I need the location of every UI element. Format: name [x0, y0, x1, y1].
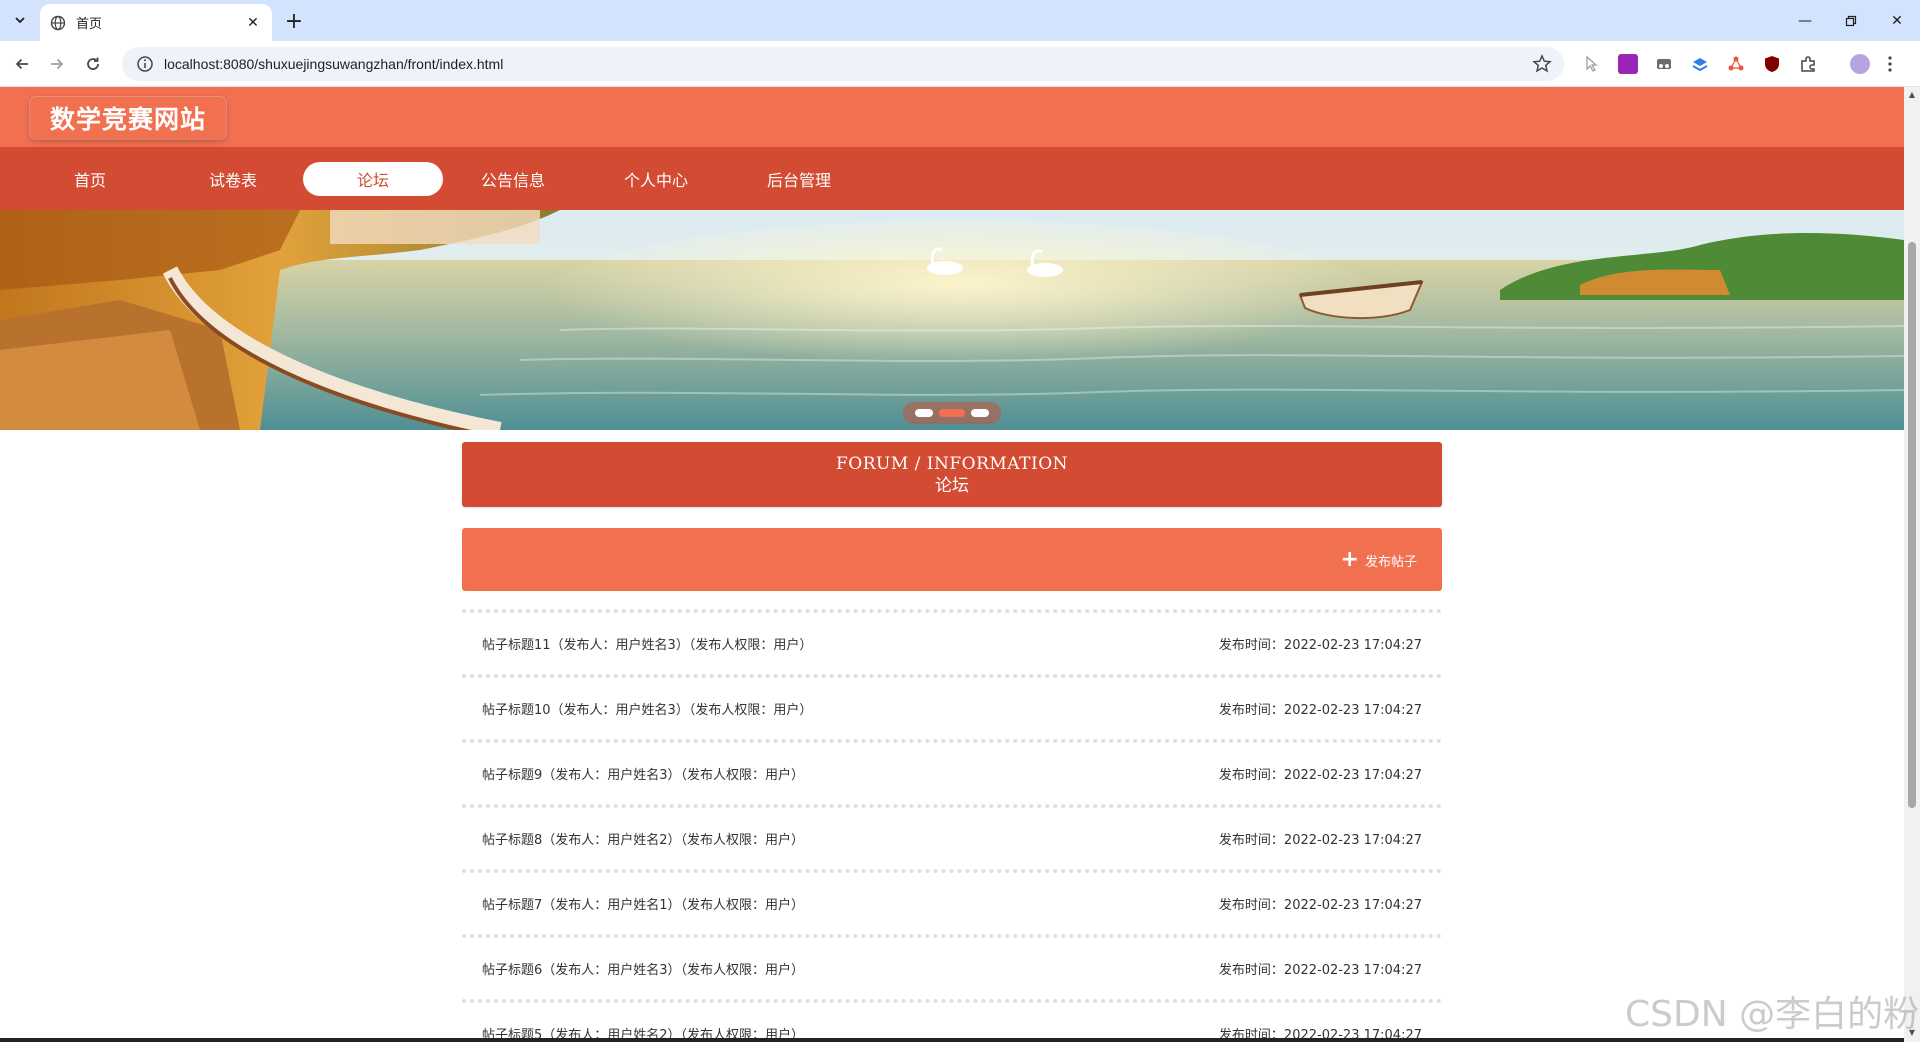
publish-post-label: 发布帖子: [1364, 554, 1417, 570]
more-menu-icon[interactable]: [1886, 54, 1894, 74]
nav-item-home[interactable]: 首页: [20, 162, 160, 196]
section-title-zh: 论坛: [935, 476, 969, 496]
carousel-dot[interactable]: [915, 409, 933, 417]
list-item[interactable]: 帖子标题8（发布人：用户姓名2）（发布人权限：用户） 发布时间：2022-02-2…: [462, 804, 1442, 869]
banner-carousel[interactable]: [0, 210, 1904, 430]
browser-tab-strip: 首页 ✕ + — ✕: [0, 0, 1920, 41]
nav-item-label: 公告信息: [480, 171, 545, 190]
list-item[interactable]: 帖子标题7（发布人：用户姓名1）（发布人权限：用户） 发布时间：2022-02-2…: [462, 869, 1442, 934]
forum-action-bar: + 发布帖子: [462, 528, 1442, 591]
nav-item-exam-papers[interactable]: 试卷表: [163, 162, 303, 196]
site-header: 数学竞赛网站: [0, 87, 1904, 147]
cursor-extension-icon[interactable]: [1582, 54, 1602, 74]
globe-icon: [50, 15, 66, 30]
address-bar[interactable]: localhost:8080/shuxuejingsuwangzhan/fron…: [122, 47, 1564, 81]
nav-item-label: 试卷表: [208, 171, 257, 190]
list-item[interactable]: 帖子标题9（发布人：用户姓名3）（发布人权限：用户） 发布时间：2022-02-2…: [462, 739, 1442, 804]
browser-toolbar: localhost:8080/shuxuejingsuwangzhan/fron…: [0, 41, 1920, 87]
back-arrow-icon[interactable]: [8, 50, 36, 78]
nav-item-label: 后台管理: [766, 171, 831, 190]
layers-extension-icon[interactable]: [1690, 54, 1710, 74]
forum-post-list: 帖子标题11（发布人：用户姓名3）（发布人权限：用户） 发布时间：2022-02-…: [462, 609, 1442, 1042]
window-bottom-border: [0, 1038, 1904, 1042]
post-time: 发布时间：2022-02-23 17:04:27: [1218, 898, 1422, 913]
post-time: 发布时间：2022-02-23 17:04:27: [1218, 703, 1422, 718]
jetbrains-extension-icon[interactable]: [1618, 54, 1638, 74]
post-title[interactable]: 帖子标题9（发布人：用户姓名3）（发布人权限：用户）: [482, 764, 804, 783]
post-title[interactable]: 帖子标题7（发布人：用户姓名1）（发布人权限：用户）: [482, 894, 804, 913]
scroll-up-icon[interactable]: ▲: [1908, 91, 1916, 99]
post-time: 发布时间：2022-02-23 17:04:27: [1218, 768, 1422, 783]
post-title[interactable]: 帖子标题11（发布人：用户姓名3）（发布人权限：用户）: [482, 634, 812, 653]
nav-item-forum[interactable]: 论坛: [303, 162, 443, 196]
extensions-puzzle-icon[interactable]: [1798, 54, 1818, 74]
minimize-icon[interactable]: —: [1782, 0, 1828, 41]
list-item[interactable]: 帖子标题11（发布人：用户姓名3）（发布人权限：用户） 发布时间：2022-02-…: [462, 609, 1442, 674]
tab-search-button[interactable]: [6, 7, 34, 33]
bookmark-star-icon[interactable]: [1532, 54, 1552, 74]
site-info-icon[interactable]: [136, 55, 154, 73]
nav-item-label: 首页: [73, 171, 106, 190]
browser-tab-active[interactable]: 首页 ✕: [40, 4, 272, 41]
post-time: 发布时间：2022-02-23 17:04:27: [1218, 963, 1422, 978]
scrollbar-thumb[interactable]: [1908, 242, 1916, 808]
list-item[interactable]: 帖子标题5（发布人：用户姓名2）（发布人权限：用户） 发布时间：2022-02-2…: [462, 999, 1442, 1042]
incognito-extension-icon[interactable]: [1654, 54, 1674, 74]
close-tab-icon[interactable]: ✕: [244, 15, 262, 31]
restore-window-icon[interactable]: [1828, 0, 1874, 41]
csdn-watermark: CSDN @李白的粉: [1625, 994, 1920, 1035]
chevron-down-icon: [15, 17, 25, 24]
new-tab-icon[interactable]: +: [280, 7, 308, 35]
list-item[interactable]: 帖子标题6（发布人：用户姓名3）（发布人权限：用户） 发布时间：2022-02-2…: [462, 934, 1442, 999]
section-title: FORUM / INFORMATION 论坛: [462, 442, 1442, 507]
post-title[interactable]: 帖子标题10（发布人：用户姓名3）（发布人权限：用户）: [482, 699, 812, 718]
nav-item-admin[interactable]: 后台管理: [729, 162, 869, 196]
nav-item-profile[interactable]: 个人中心: [586, 162, 726, 196]
nav-item-label: 论坛: [356, 171, 389, 190]
reload-icon[interactable]: [79, 50, 107, 78]
close-window-icon[interactable]: ✕: [1874, 0, 1920, 41]
main-nav: 首页 试卷表 论坛 公告信息 个人中心 后台管理: [0, 147, 1904, 210]
post-time: 发布时间：2022-02-23 17:04:27: [1218, 833, 1422, 848]
forward-arrow-icon[interactable]: [43, 50, 71, 78]
nav-item-announcements[interactable]: 公告信息: [443, 162, 583, 196]
site-logo-text: 数学竞赛网站: [49, 105, 206, 134]
post-title[interactable]: 帖子标题8（发布人：用户姓名2）（发布人权限：用户）: [482, 829, 804, 848]
banner-lake-image: [0, 210, 1904, 430]
profile-avatar-icon[interactable]: [1850, 54, 1870, 74]
post-title[interactable]: 帖子标题6（发布人：用户姓名3）（发布人权限：用户）: [482, 959, 804, 978]
carousel-dot-active[interactable]: [939, 409, 965, 417]
nav-item-label: 个人中心: [623, 171, 688, 190]
network-extension-icon[interactable]: [1726, 54, 1746, 74]
ublock-shield-icon[interactable]: [1762, 54, 1782, 74]
page-scrollbar[interactable]: ▲ ▼: [1904, 87, 1920, 1042]
publish-post-button[interactable]: + 发布帖子: [1340, 547, 1417, 572]
plus-icon: +: [1340, 547, 1359, 572]
carousel-dot[interactable]: [971, 409, 989, 417]
url-text: localhost:8080/shuxuejingsuwangzhan/fron…: [164, 56, 504, 72]
post-time: 发布时间：2022-02-23 17:04:27: [1218, 638, 1422, 653]
tab-title: 首页: [76, 17, 103, 32]
section-title-en: FORUM / INFORMATION: [835, 454, 1069, 474]
list-item[interactable]: 帖子标题10（发布人：用户姓名3）（发布人权限：用户） 发布时间：2022-02-…: [462, 674, 1442, 739]
carousel-indicator: [903, 402, 1001, 424]
page-viewport: 数学竞赛网站 首页 试卷表 论坛 公告信息 个人中心 后台管理 FORUM / …: [0, 87, 1904, 1042]
site-logo[interactable]: 数学竞赛网站: [30, 97, 226, 139]
